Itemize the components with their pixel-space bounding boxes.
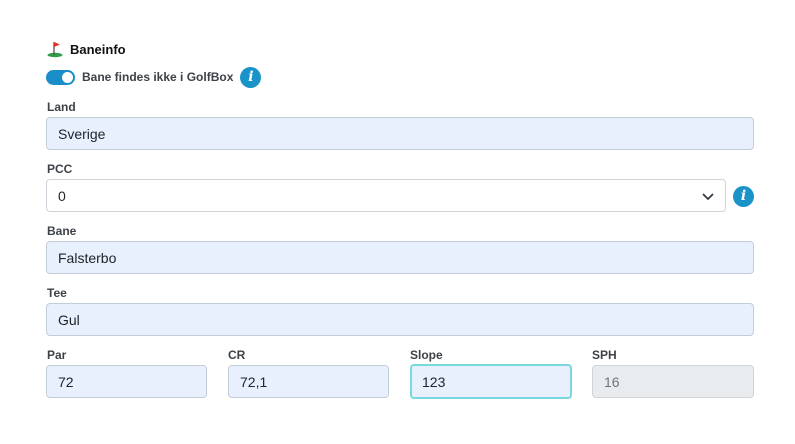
- pcc-info-icon[interactable]: i: [733, 186, 754, 207]
- land-label: Land: [47, 100, 76, 114]
- section-title: Baneinfo: [70, 41, 126, 57]
- tee-value: Gul: [58, 311, 80, 328]
- pcc-value: 0: [58, 187, 66, 204]
- cr-label: CR: [228, 348, 246, 362]
- pcc-label: PCC: [47, 162, 73, 176]
- sph-value: 16: [604, 373, 620, 390]
- chevron-down-icon: [702, 188, 714, 204]
- toggle-knob: [62, 71, 73, 83]
- bane-label: Bane: [47, 224, 77, 238]
- slope-label: Slope: [410, 348, 443, 362]
- cr-input[interactable]: 72,1: [228, 365, 389, 398]
- slope-input[interactable]: 123: [410, 364, 572, 399]
- golfbox-info-icon[interactable]: i: [240, 66, 262, 88]
- par-value: 72: [58, 373, 74, 390]
- land-value: Sverige: [58, 125, 106, 142]
- pcc-select[interactable]: 0: [46, 179, 726, 212]
- cr-value: 72,1: [240, 373, 268, 390]
- golfbox-toggle-switch[interactable]: [46, 69, 75, 85]
- golfbox-toggle-row: Bane findes ikke i GolfBox i: [46, 65, 262, 89]
- bane-value: Falsterbo: [58, 249, 117, 266]
- sph-label: SPH: [592, 348, 617, 362]
- par-input[interactable]: 72: [46, 365, 207, 398]
- section-header: Baneinfo: [46, 38, 126, 60]
- bane-input[interactable]: Falsterbo: [46, 241, 754, 274]
- golf-flag-icon: [46, 40, 64, 58]
- tee-input[interactable]: Gul: [46, 303, 754, 336]
- land-input[interactable]: Sverige: [46, 117, 754, 150]
- par-label: Par: [47, 348, 67, 362]
- tee-label: Tee: [47, 286, 67, 300]
- sph-input: 16: [592, 365, 754, 398]
- slope-value: 123: [422, 373, 446, 390]
- golfbox-toggle-label[interactable]: Bane findes ikke i GolfBox: [82, 70, 233, 84]
